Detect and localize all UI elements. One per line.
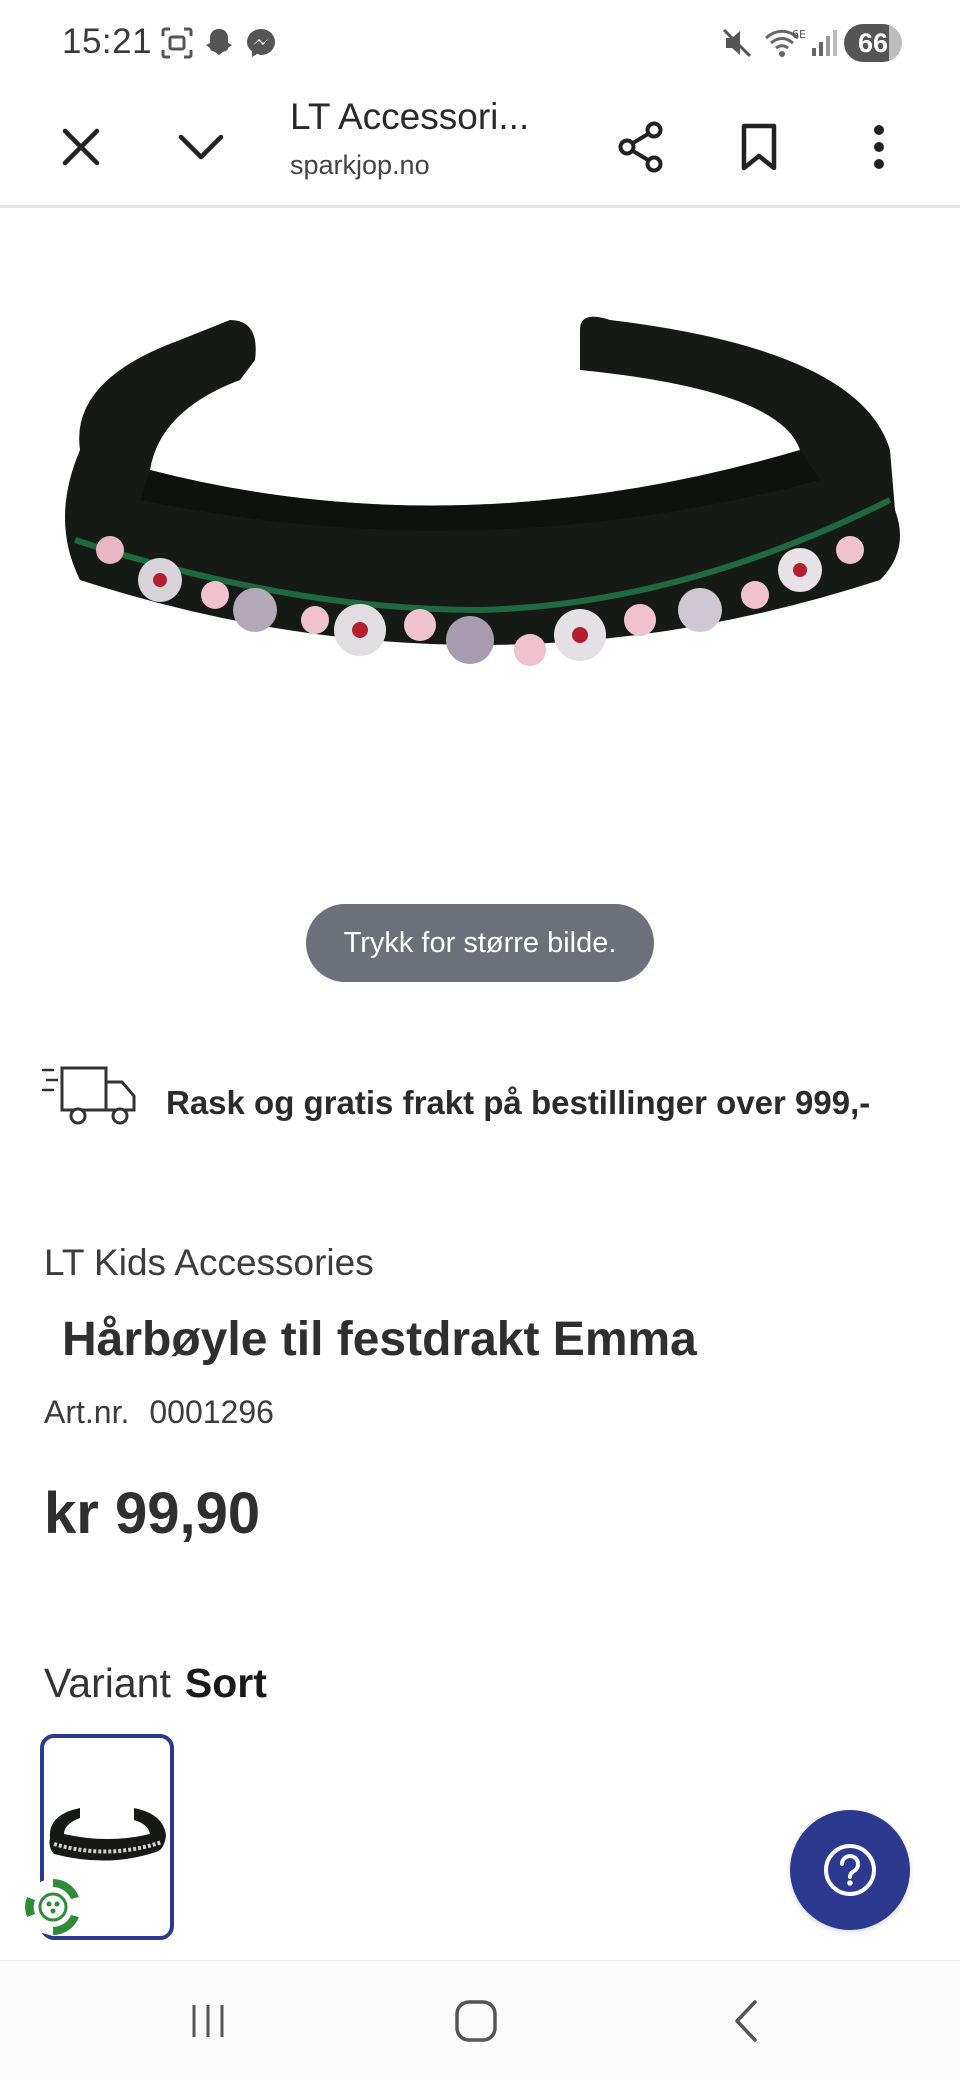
wifi-6e-icon: 6E bbox=[764, 28, 806, 57]
back-button[interactable] bbox=[706, 1991, 786, 2051]
help-button[interactable] bbox=[790, 1810, 910, 1930]
product-price: kr 99,90 bbox=[44, 1481, 261, 1546]
system-navigation-bar bbox=[0, 1960, 960, 2080]
close-icon bbox=[62, 128, 100, 166]
chevron-down-icon bbox=[178, 134, 224, 160]
product-brand[interactable]: LT Kids Accessories bbox=[44, 1242, 374, 1284]
page-title: LT Accessori... bbox=[290, 96, 530, 137]
svg-text:6E: 6E bbox=[792, 28, 806, 41]
mute-icon bbox=[722, 28, 752, 58]
snapchat-icon bbox=[206, 29, 232, 55]
recycle-leaf-icon bbox=[25, 1879, 81, 1935]
back-icon bbox=[735, 2000, 757, 2042]
article-number-value: 0001296 bbox=[149, 1394, 274, 1430]
more-options-button[interactable] bbox=[842, 110, 916, 184]
status-time: 15:21 bbox=[62, 22, 153, 61]
bookmark-icon bbox=[741, 123, 777, 171]
article-number-label: Art.nr. bbox=[44, 1394, 130, 1430]
variant-label: Variant bbox=[44, 1660, 171, 1706]
recents-button[interactable] bbox=[168, 1991, 248, 2051]
shipping-banner: Rask og gratis frakt på bestillinger ove… bbox=[40, 1058, 940, 1148]
recents-icon bbox=[192, 2005, 224, 2037]
eco-badge[interactable] bbox=[16, 1870, 90, 1944]
enlarge-image-hint[interactable]: Trykk for større bilde. bbox=[306, 904, 654, 982]
variant-value: Sort bbox=[184, 1660, 267, 1706]
share-button[interactable] bbox=[604, 110, 678, 184]
shipping-text: Rask og gratis frakt på bestillinger ove… bbox=[166, 1084, 871, 1121]
screenshot-icon bbox=[161, 27, 193, 59]
more-vert-icon bbox=[874, 125, 884, 169]
product-title: Hårbøyle til festdrakt Emma bbox=[62, 1313, 697, 1366]
variant-row: Variant Sort bbox=[44, 1660, 267, 1707]
page-domain: sparkjop.no bbox=[290, 150, 430, 180]
question-mark-icon bbox=[824, 1844, 876, 1896]
share-icon bbox=[618, 121, 663, 173]
article-number-row: Art.nr. 0001296 bbox=[44, 1394, 294, 1431]
signal-icon bbox=[812, 30, 837, 56]
close-button[interactable] bbox=[44, 110, 118, 184]
headband-image bbox=[65, 316, 900, 666]
status-bar: 15:21 6E 66 bbox=[0, 0, 960, 86]
battery-indicator: 66 bbox=[844, 24, 902, 62]
home-button[interactable] bbox=[436, 1991, 516, 2051]
product-image[interactable] bbox=[40, 250, 920, 810]
messenger-icon bbox=[247, 29, 275, 57]
home-icon bbox=[455, 2000, 497, 2042]
bookmark-button[interactable] bbox=[722, 110, 796, 184]
collapse-button[interactable] bbox=[164, 110, 238, 184]
delivery-truck-icon bbox=[42, 1066, 136, 1125]
